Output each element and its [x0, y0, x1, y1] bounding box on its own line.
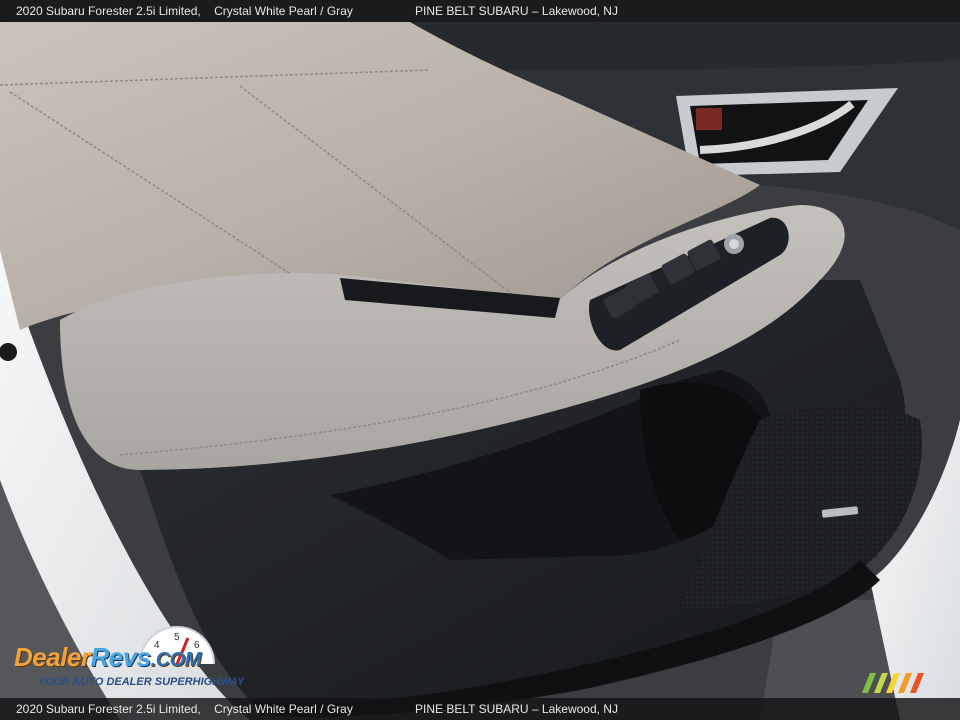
- dealerrevs-watermark: 4 5 6 DealerRevs.COM YOUR AUTO DEALER SU…: [12, 626, 272, 696]
- caption-vehicle-info-bottom: 2020 Subaru Forester 2.5i Limited, Cryst…: [16, 698, 353, 720]
- caption-model: 2020 Subaru Forester 2.5i Limited,: [16, 4, 201, 18]
- caption-bar-bottom: 2020 Subaru Forester 2.5i Limited, Cryst…: [0, 698, 960, 720]
- watermark-tagline: YOUR AUTO DEALER SUPERHIGHWAY: [38, 676, 245, 688]
- color-stripes-logo: [862, 673, 924, 693]
- door-panel-photo: [0, 0, 960, 720]
- photo-stage: 2020 Subaru Forester 2.5i Limited, Cryst…: [0, 0, 960, 720]
- brand-revs: Revs: [90, 642, 152, 672]
- watermark-brand: DealerRevs.COM: [14, 642, 201, 673]
- caption-vehicle-info: 2020 Subaru Forester 2.5i Limited, Cryst…: [16, 0, 353, 22]
- caption-bar-top: 2020 Subaru Forester 2.5i Limited, Cryst…: [0, 0, 960, 22]
- brand-com: .COM: [150, 649, 202, 671]
- caption-model-bottom: 2020 Subaru Forester 2.5i Limited,: [16, 702, 201, 716]
- caption-dealer: PINE BELT SUBARU – Lakewood, NJ: [415, 4, 618, 18]
- caption-dealer-bottom: PINE BELT SUBARU – Lakewood, NJ: [415, 702, 618, 716]
- caption-color: Crystal White Pearl / Gray: [214, 4, 353, 18]
- brand-dealer: Dealer: [14, 642, 91, 672]
- caption-color-bottom: Crystal White Pearl / Gray: [214, 702, 353, 716]
